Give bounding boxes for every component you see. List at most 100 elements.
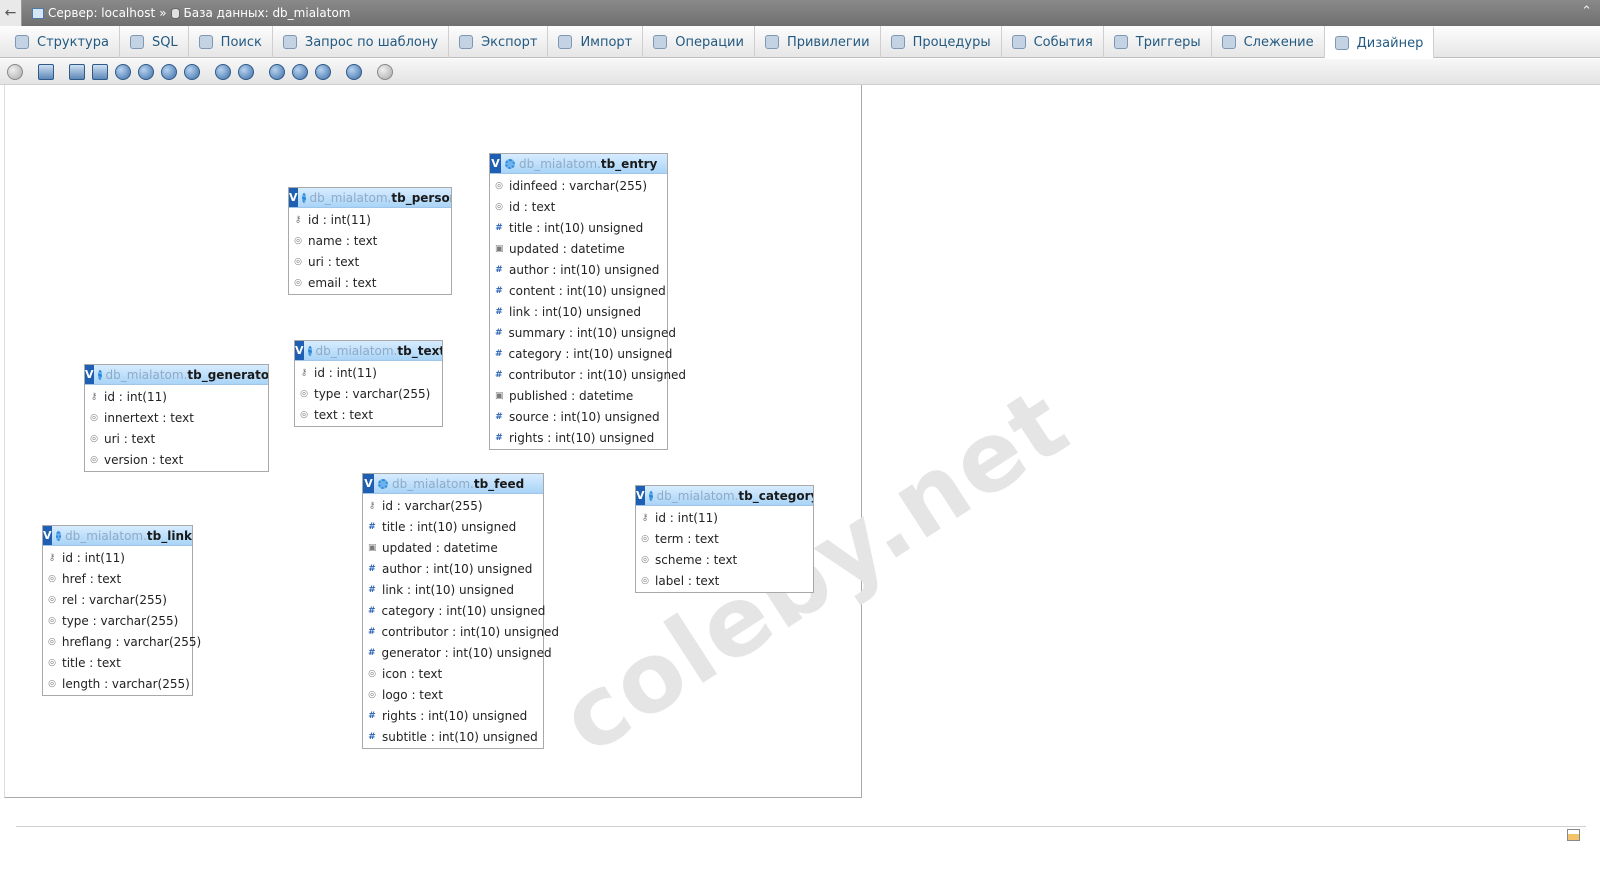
table-column-row[interactable]: ◎ hreflang : varchar(255) bbox=[43, 631, 201, 652]
tab-search[interactable]: Поиск bbox=[189, 26, 273, 58]
table-column-row[interactable]: ◎ term : text bbox=[636, 528, 813, 549]
table-column-row[interactable]: ◎ version : text bbox=[85, 449, 268, 470]
table-header[interactable]: Vdb_mialatom. tb_link bbox=[43, 526, 192, 546]
table-header[interactable]: Vdb_mialatom. tb_category bbox=[636, 486, 813, 506]
tab-designer[interactable]: Дизайнер bbox=[1324, 26, 1435, 58]
collapse-icon[interactable]: ⌃ bbox=[1581, 4, 1592, 19]
designer-table-tb-link[interactable]: Vdb_mialatom. tb_link ⚷ id : int(11) ◎ href :… bbox=[42, 525, 201, 696]
table-column-row[interactable]: ⚷ id : int(11) bbox=[289, 209, 451, 230]
table-column-row[interactable]: # category : int(10) unsigned bbox=[490, 343, 672, 364]
designer-table-tb-person[interactable]: Vdb_mialatom.tb_person ⚷ id : int(11) ◎ name… bbox=[288, 187, 452, 295]
table-column-row[interactable]: ◎ name : text bbox=[289, 230, 451, 251]
collapse-table-toggle[interactable]: V bbox=[289, 188, 298, 207]
tab-privileges[interactable]: Привилегии bbox=[755, 26, 881, 58]
table-column-row[interactable]: ⚷ id : varchar(255) bbox=[363, 495, 543, 516]
table-column-row[interactable]: ▣ updated : datetime bbox=[363, 537, 543, 558]
tab-routines[interactable]: Процедуры bbox=[881, 26, 1002, 58]
table-column-row[interactable]: ◎ type : varchar(255) bbox=[43, 610, 192, 631]
designer-canvas[interactable]: coleby.net Vdb_mialatom.tb_person⚷id : i… bbox=[4, 85, 1088, 798]
help-icon[interactable] bbox=[184, 63, 200, 80]
table-column-row[interactable]: # title : int(10) unsigned bbox=[490, 217, 667, 238]
table-column-row[interactable]: # rights : int(10) unsigned bbox=[490, 427, 667, 448]
gear-icon[interactable] bbox=[55, 530, 62, 541]
table-column-row[interactable]: ◎ title : text bbox=[43, 652, 192, 673]
tab-triggers[interactable]: Триггеры bbox=[1104, 26, 1212, 58]
toggle-relation-lines-icon[interactable] bbox=[315, 63, 331, 80]
table-header[interactable]: Vdb_mialatom. tb_text bbox=[295, 341, 442, 361]
table-header[interactable]: Vdb_mialatom. tb_generator bbox=[85, 365, 268, 385]
table-column-row[interactable]: ◎ logo : text bbox=[363, 684, 543, 705]
table-column-row[interactable]: ◎ email : text bbox=[289, 272, 451, 293]
collapse-table-toggle[interactable]: V bbox=[295, 341, 304, 360]
table-column-row[interactable]: ◎ id : text bbox=[490, 196, 667, 217]
save-position-icon[interactable] bbox=[69, 63, 85, 80]
gear-icon[interactable] bbox=[378, 478, 388, 489]
table-column-row[interactable]: ⚷ id : int(11) bbox=[636, 507, 813, 528]
collapse-table-toggle[interactable]: V bbox=[43, 526, 52, 545]
gear-icon[interactable] bbox=[505, 158, 515, 169]
gear-icon[interactable] bbox=[301, 192, 306, 203]
export-schema-icon[interactable] bbox=[346, 63, 362, 80]
toggle-small-big-icon[interactable] bbox=[292, 63, 308, 80]
table-column-row[interactable]: ⚷ id : int(11) bbox=[295, 362, 442, 383]
tab-sql[interactable]: SQL bbox=[120, 26, 189, 58]
table-column-row[interactable]: # author : int(10) unsigned bbox=[490, 259, 667, 280]
show-left-menu-icon[interactable] bbox=[7, 63, 23, 80]
designer-table-tb-entry[interactable]: Vdb_mialatom. tb_entry ◎ idinfeed : varchar… bbox=[489, 153, 686, 450]
collapse-table-toggle[interactable]: V bbox=[490, 154, 501, 173]
gear-icon[interactable] bbox=[307, 345, 312, 356]
table-column-row[interactable]: # link : int(10) unsigned bbox=[490, 301, 667, 322]
table-column-row[interactable]: # source : int(10) unsigned bbox=[490, 406, 667, 427]
table-column-row[interactable]: ◎ innertext : text bbox=[85, 407, 268, 428]
table-column-row[interactable]: # contributor : int(10) unsigned bbox=[490, 364, 686, 385]
table-column-row[interactable]: ◎ href : text bbox=[43, 568, 192, 589]
small-big-all-icon[interactable] bbox=[269, 63, 285, 80]
table-column-row[interactable]: ⚷ id : int(11) bbox=[85, 386, 268, 407]
table-column-row[interactable]: ▣ updated : datetime bbox=[490, 238, 667, 259]
table-column-row[interactable]: # rights : int(10) unsigned bbox=[363, 705, 543, 726]
table-column-row[interactable]: ◎ icon : text bbox=[363, 663, 543, 684]
create-relation-icon[interactable] bbox=[115, 63, 131, 80]
collapse-table-toggle[interactable]: V bbox=[85, 365, 94, 384]
designer-table-tb-text[interactable]: Vdb_mialatom. tb_text ⚷ id : int(11) ◎ type :… bbox=[294, 340, 443, 427]
table-column-row[interactable]: ◎ rel : varchar(255) bbox=[43, 589, 192, 610]
create-table-icon[interactable] bbox=[92, 63, 108, 80]
table-column-row[interactable]: ◎ length : varchar(255) bbox=[43, 673, 192, 694]
angular-links-icon[interactable] bbox=[215, 63, 231, 80]
reload-icon[interactable] bbox=[161, 63, 177, 80]
tab-query[interactable]: Запрос по шаблону bbox=[273, 26, 450, 58]
table-column-row[interactable]: ◎ idinfeed : varchar(255) bbox=[490, 175, 667, 196]
tab-import[interactable]: Импорт bbox=[548, 26, 644, 58]
table-column-row[interactable]: # link : int(10) unsigned bbox=[363, 579, 543, 600]
move-menu-icon[interactable] bbox=[377, 63, 393, 80]
console-icon[interactable] bbox=[1567, 829, 1580, 841]
table-column-row[interactable]: # contributor : int(10) unsigned bbox=[363, 621, 559, 642]
choose-column-icon[interactable] bbox=[138, 63, 154, 80]
table-column-row[interactable]: ◎ scheme : text bbox=[636, 549, 813, 570]
breadcrumb-database[interactable]: База данных: db_mialatom bbox=[184, 6, 351, 20]
tab-operations[interactable]: Операции bbox=[643, 26, 755, 58]
back-arrow-icon[interactable]: ← bbox=[0, 0, 22, 26]
table-header[interactable]: Vdb_mialatom.tb_person bbox=[289, 188, 451, 208]
table-column-row[interactable]: ⚷ id : int(11) bbox=[43, 547, 192, 568]
gear-icon[interactable] bbox=[97, 369, 102, 380]
breadcrumb-server[interactable]: Сервер: localhost bbox=[48, 6, 155, 20]
table-column-row[interactable]: # summary : int(10) unsigned bbox=[490, 322, 676, 343]
table-column-row[interactable]: ◎ type : varchar(255) bbox=[295, 383, 442, 404]
table-column-row[interactable]: ◎ label : text bbox=[636, 570, 813, 591]
fullscreen-icon[interactable] bbox=[38, 63, 54, 80]
table-column-row[interactable]: # content : int(10) unsigned bbox=[490, 280, 667, 301]
collapse-table-toggle[interactable]: V bbox=[636, 486, 645, 505]
table-column-row[interactable]: # title : int(10) unsigned bbox=[363, 516, 543, 537]
table-column-row[interactable]: ◎ uri : text bbox=[85, 428, 268, 449]
table-column-row[interactable]: # subtitle : int(10) unsigned bbox=[363, 726, 543, 747]
table-column-row[interactable]: # category : int(10) unsigned bbox=[363, 600, 545, 621]
collapse-table-toggle[interactable]: V bbox=[363, 474, 374, 493]
designer-table-tb-category[interactable]: Vdb_mialatom. tb_category ⚷ id : int(11) ◎ te… bbox=[635, 485, 814, 593]
tab-structure[interactable]: Структура bbox=[5, 26, 120, 58]
tab-tracking[interactable]: Слежение bbox=[1212, 26, 1325, 58]
snap-to-grid-icon[interactable] bbox=[238, 63, 254, 80]
table-column-row[interactable]: # generator : int(10) unsigned bbox=[363, 642, 552, 663]
table-column-row[interactable]: # author : int(10) unsigned bbox=[363, 558, 543, 579]
designer-table-tb-feed[interactable]: Vdb_mialatom. tb_feed ⚷ id : varchar(255) # t… bbox=[362, 473, 559, 749]
